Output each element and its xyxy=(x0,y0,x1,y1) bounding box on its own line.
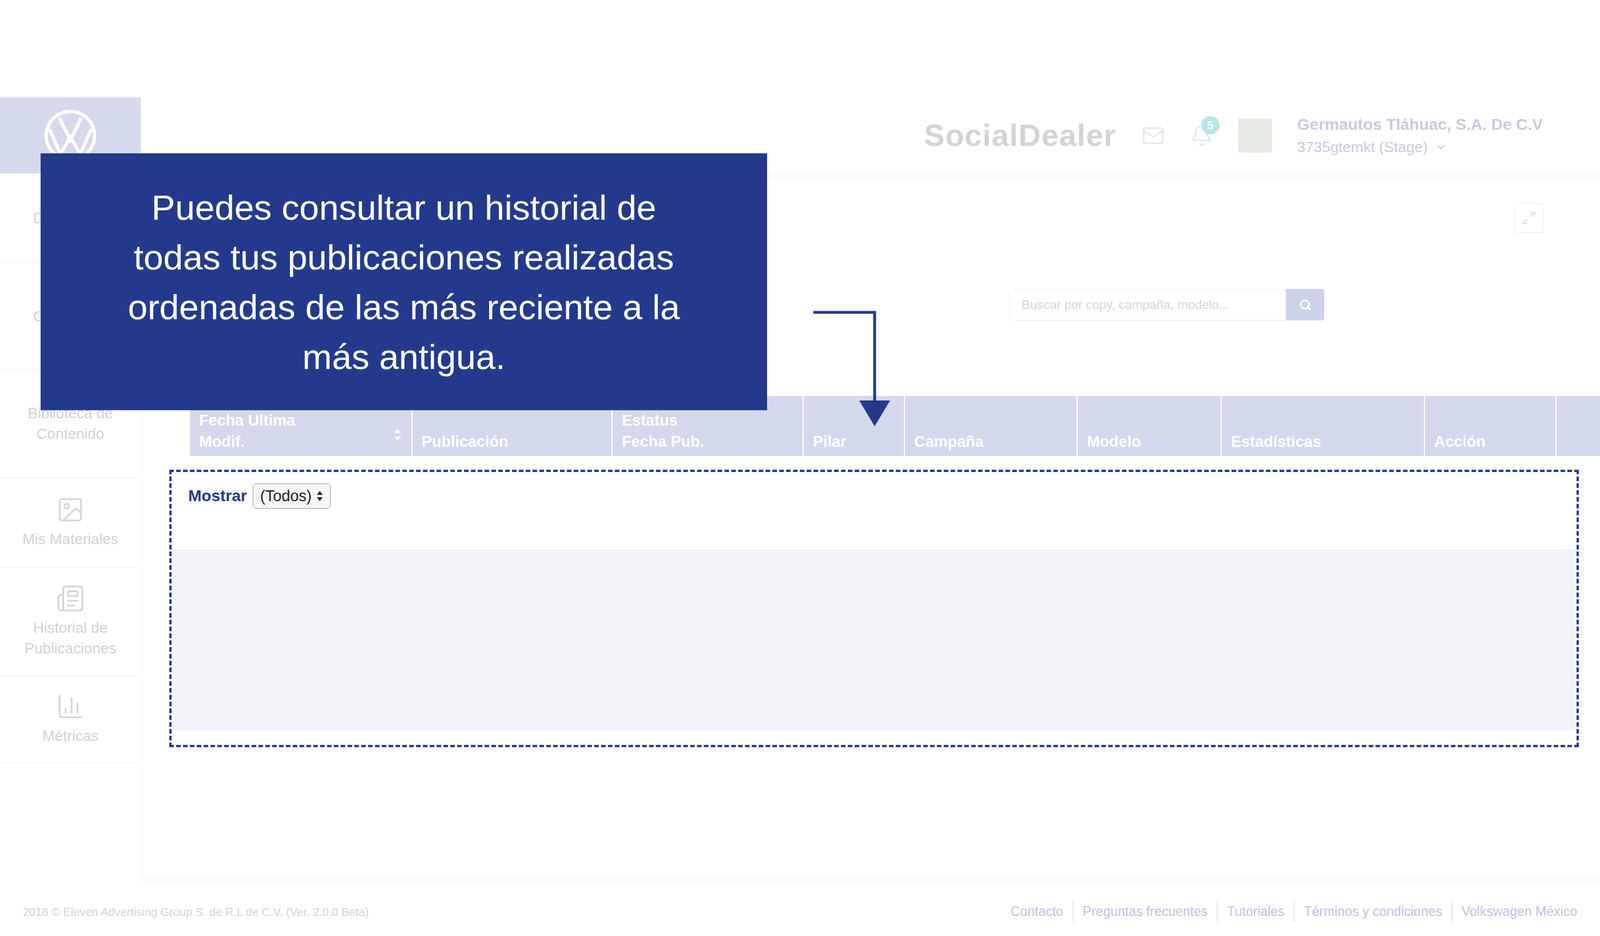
newspaper-icon xyxy=(56,584,85,613)
column-header[interactable]: Campaña xyxy=(904,395,1078,456)
mail-icon[interactable] xyxy=(1141,124,1165,148)
callout-line: ordenadas de las más reciente a la xyxy=(127,282,680,332)
footer-link[interactable]: Tutoriales xyxy=(1216,901,1294,922)
footer-link[interactable]: Contacto xyxy=(1001,901,1073,922)
sidebar-item[interactable]: Métricas xyxy=(0,675,141,764)
column-header[interactable]: Pilar xyxy=(803,395,905,456)
search-placeholder: Buscar por copy, campaña, modelo... xyxy=(1021,295,1230,315)
callout-line: Puedes consultar un historial de xyxy=(151,182,657,233)
account-block[interactable]: Germautos Tláhuac, S.A. De C.V3735gtemkt… xyxy=(1297,113,1543,158)
copyright: 2018 © Eleven Advertising Group S. de R.… xyxy=(22,903,369,921)
sidebar-label: Mis Materiales xyxy=(22,528,119,550)
filter-label: Mostrar xyxy=(188,483,248,509)
sidebar-item[interactable]: Mis Materiales xyxy=(0,477,141,568)
search-field[interactable]: Buscar por copy, campaña, modelo... xyxy=(1009,288,1286,321)
footer: 2018 © Eleven Advertising Group S. de R.… xyxy=(0,883,1600,936)
search-button[interactable] xyxy=(1285,288,1325,321)
avatar[interactable] xyxy=(1237,118,1273,153)
column-header[interactable]: Estadísticas xyxy=(1221,395,1425,456)
callout-arrow-icon xyxy=(811,308,892,430)
highlight-box: Mostrar(Todos) xyxy=(169,469,1579,748)
page: SocialDealer 5 Germautos Tláhuac, S.A. De … xyxy=(0,0,1600,936)
chevron-down-icon xyxy=(1434,140,1448,154)
filter-row: Mostrar(Todos) xyxy=(171,471,1577,550)
sort-icon[interactable] xyxy=(392,427,403,443)
top-spacer xyxy=(0,0,1600,98)
tutorial-callout: Puedes consultar un historial detodas tu… xyxy=(40,153,768,411)
callout-line: más antigua. xyxy=(302,331,506,382)
sidebar-label: Historial de Publicaciones xyxy=(6,617,134,659)
notification-badge: 5 xyxy=(1201,116,1220,135)
footer-link[interactable]: Preguntas frecuentes xyxy=(1072,901,1218,922)
column-header[interactable]: Modelo xyxy=(1077,395,1222,456)
callout-line: todas tus publicaciones realizadas xyxy=(133,232,674,283)
brand[interactable]: SocialDealer xyxy=(923,112,1117,159)
column-header[interactable]: Acción xyxy=(1424,395,1557,456)
expand-icon xyxy=(1521,210,1537,226)
account-name: 3735gtemkt (Stage) xyxy=(1297,136,1543,158)
chart-icon xyxy=(56,692,85,721)
footer-link[interactable]: Términos y condiciones xyxy=(1293,901,1452,922)
image-icon xyxy=(56,495,85,524)
select-arrows-icon xyxy=(316,489,324,503)
expand-button[interactable] xyxy=(1514,203,1544,233)
search-icon xyxy=(1299,298,1312,312)
company-name: Germautos Tláhuac, S.A. De C.V xyxy=(1297,113,1543,137)
filter-select[interactable]: (Todos) xyxy=(252,483,331,509)
sidebar-item[interactable]: Historial de Publicaciones xyxy=(0,567,141,676)
sidebar-label: Métricas xyxy=(42,725,99,746)
footer-link[interactable]: Volkswagen México xyxy=(1451,901,1578,922)
notifications[interactable]: 5 xyxy=(1189,124,1213,148)
table-body xyxy=(171,549,1577,731)
